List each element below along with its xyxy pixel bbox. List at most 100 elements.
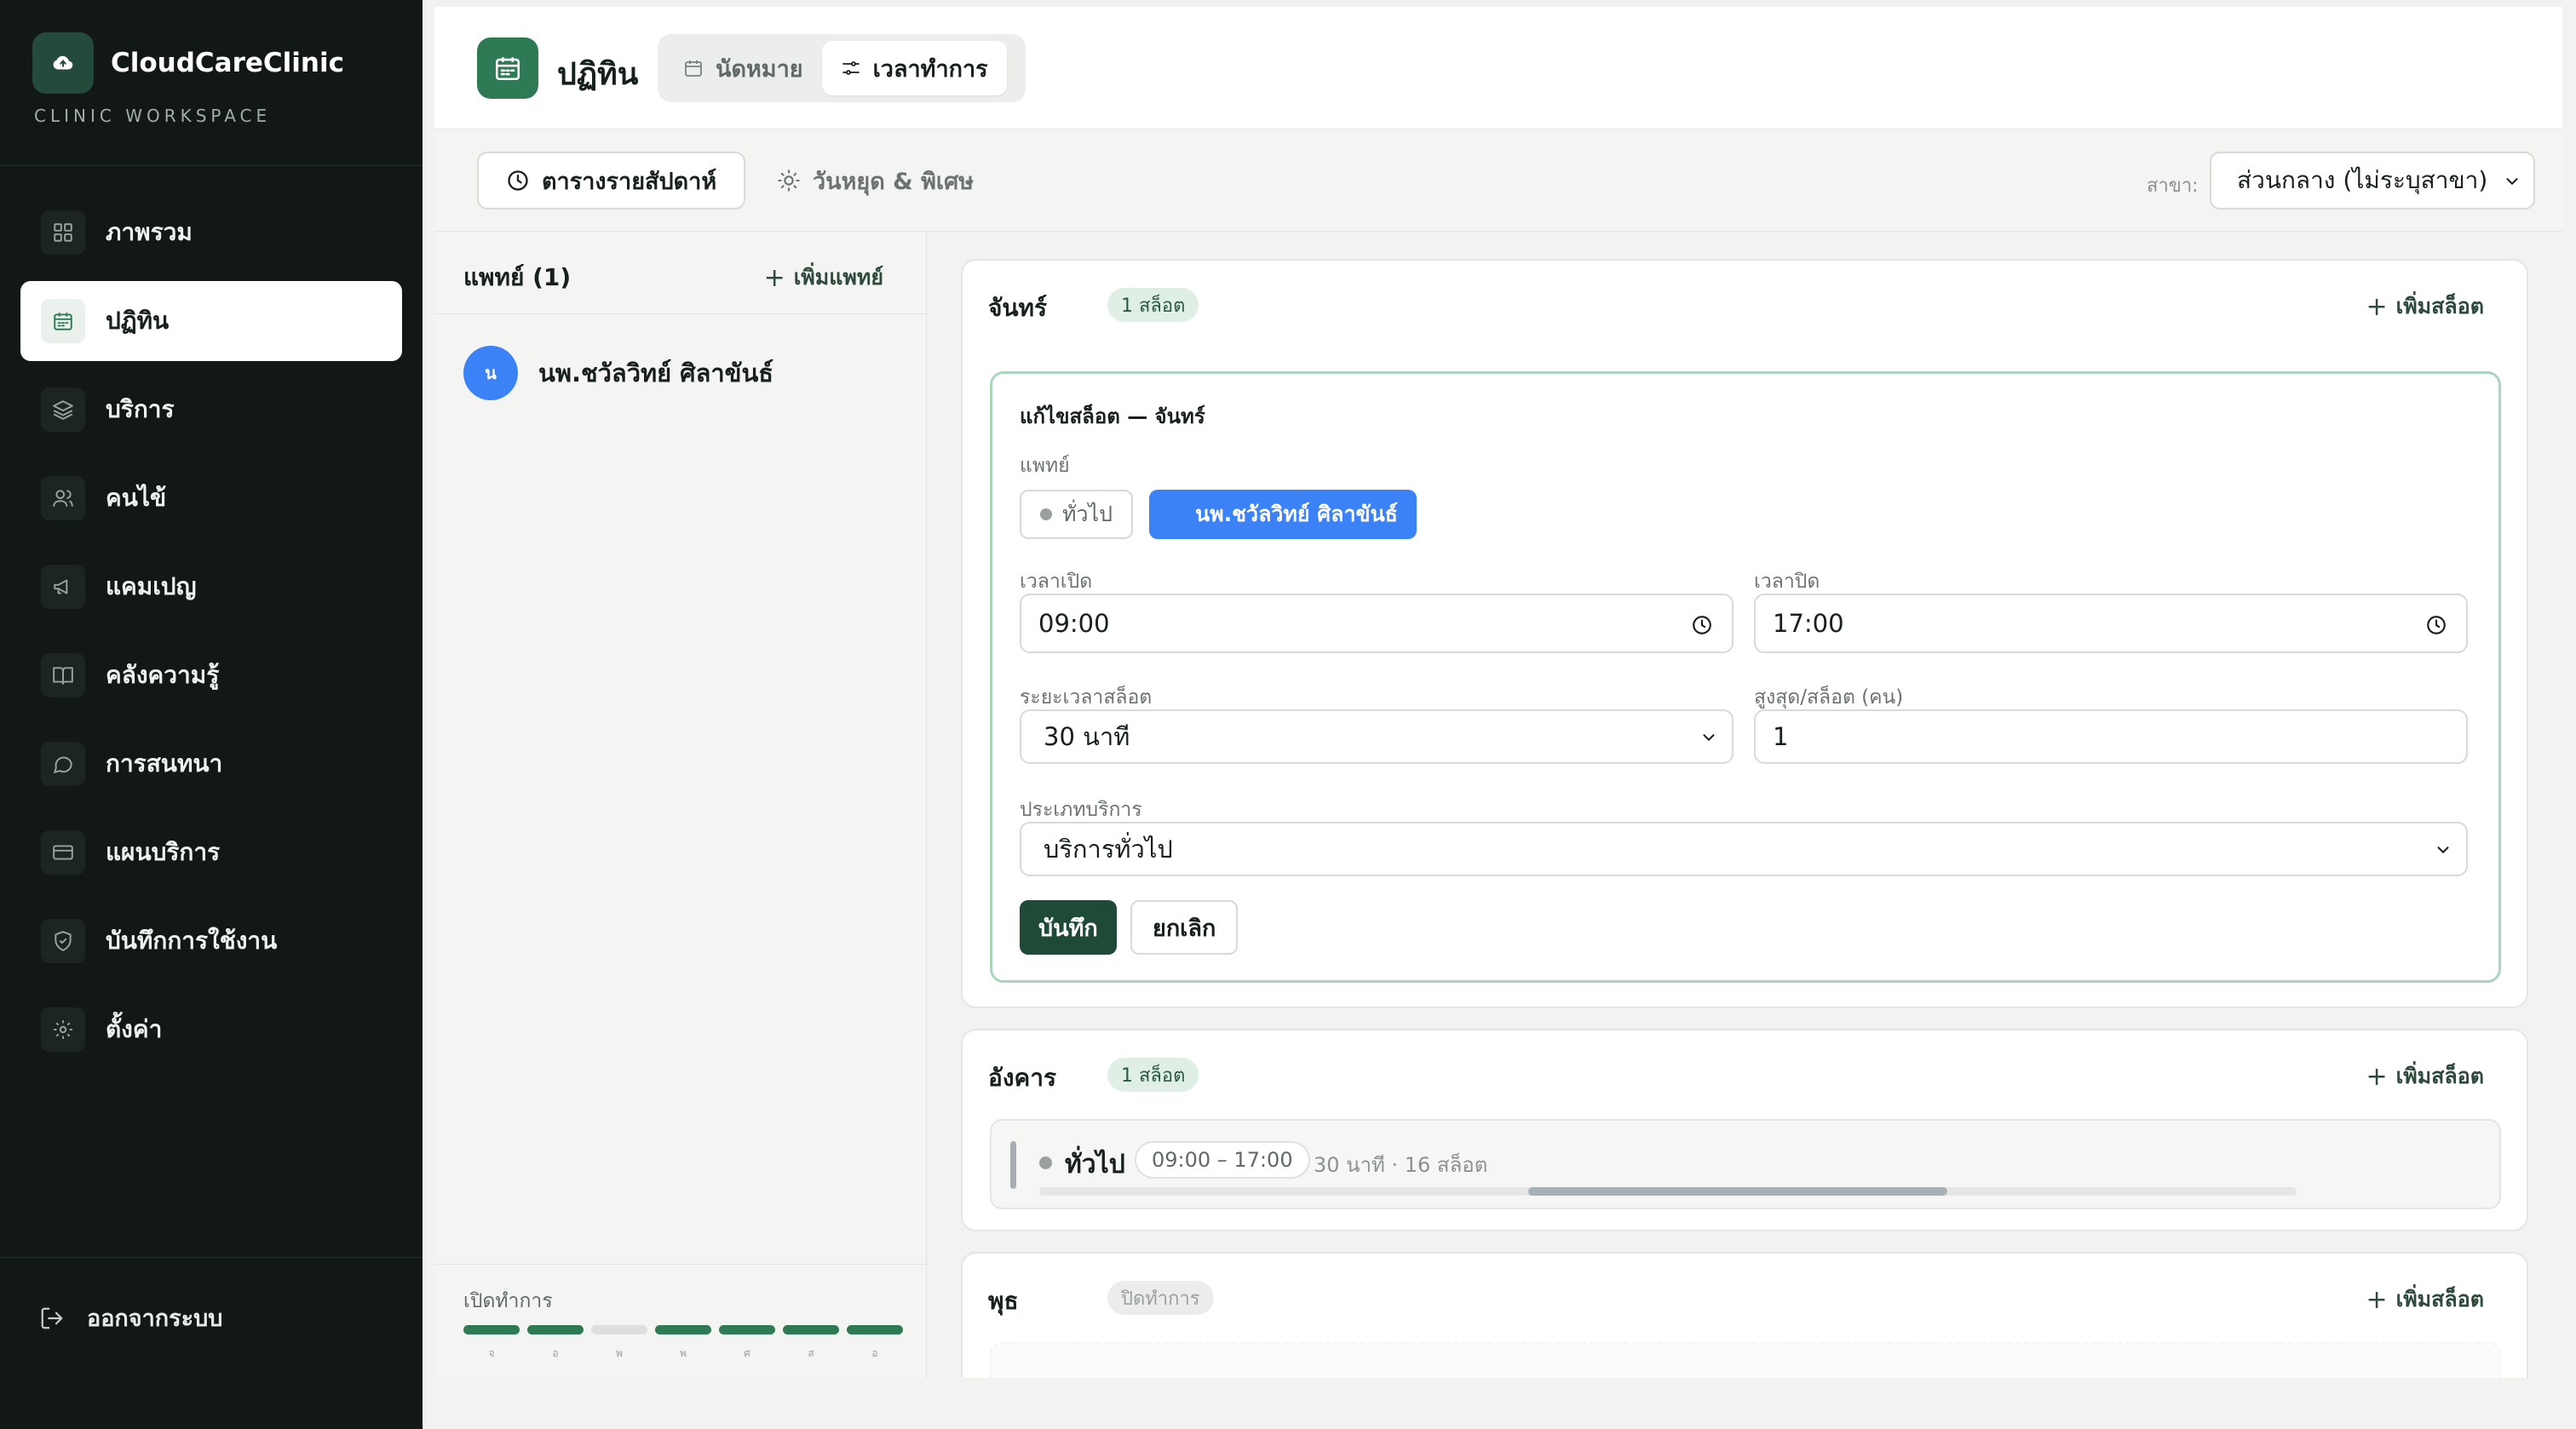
holidays-button[interactable]: วันหยุด & พิเศษ <box>777 152 974 209</box>
sidebar-item-label: บริการ <box>106 395 175 423</box>
sidebar-divider <box>0 165 423 166</box>
doctor-panel: แพทย์ (1) + เพิ่มแพทย์ น นพ.ชวัลวิทย์ ศิ… <box>434 232 927 1378</box>
sidebar-item-patients[interactable]: คนไข้ <box>20 458 402 538</box>
calendar-icon <box>477 37 538 99</box>
brand-name: CloudCareClinic <box>111 48 344 78</box>
slot-count-badge: 1 สล็อต <box>1107 1058 1199 1092</box>
doctor-chip-selected[interactable]: นพ.ชวัลวิทย์ ศิลาขันธ์ <box>1149 490 1417 539</box>
duration-select[interactable]: 30 นาที <box>1020 709 1734 764</box>
weekly-schedule-label: ตารางรายสัปดาห์ <box>542 168 717 195</box>
scrollbar-thumb[interactable] <box>1528 1187 1947 1196</box>
open-time-label: เวลาเปิด <box>1020 571 1093 593</box>
sidebar-item-label: คลังความรู้ <box>106 661 220 689</box>
sidebar-item-plans[interactable]: แผนบริการ <box>20 812 402 892</box>
weekly-schedule-button[interactable]: ตารางรายสัปดาห์ <box>477 152 746 209</box>
tab-working-hours[interactable]: เวลาทำการ <box>821 41 1007 95</box>
slot-doctor-name: ทั่วไป <box>1065 1150 1125 1179</box>
open-days-bars <box>463 1325 911 1334</box>
day-bar-mon <box>463 1325 520 1334</box>
cancel-button[interactable]: ยกเลิก <box>1130 900 1239 955</box>
sidebar-item-label: แคมเปญ <box>106 572 197 600</box>
plus-icon: + <box>2366 1061 2388 1092</box>
logout-icon <box>41 1307 63 1329</box>
slot-meta: 30 นาที · 16 สล็อต <box>1314 1153 1488 1177</box>
sidebar-item-label: คนไข้ <box>106 484 167 512</box>
horizontal-scrollbar[interactable] <box>1039 1187 2297 1196</box>
chip-label: นพ.ชวัลวิทย์ ศิลาขันธ์ <box>1195 502 1398 526</box>
day-card-wednesday: พุธ ปิดทำการ + เพิ่มสล็อต <box>961 1252 2528 1378</box>
sidebar-item-knowledge[interactable]: คลังความรู้ <box>20 635 402 715</box>
clock-icon <box>2427 616 2446 634</box>
day-letter: พ <box>680 1347 687 1359</box>
duration-label: ระยะเวลาสล็อต <box>1020 686 1153 709</box>
calendar-icon <box>685 60 702 77</box>
plus-icon: + <box>2366 1284 2388 1315</box>
day-bar-fri <box>719 1325 775 1334</box>
sidebar-item-settings[interactable]: ตั้งค่า <box>20 990 402 1070</box>
chevron-down-icon <box>2506 178 2518 186</box>
book-icon <box>41 653 85 697</box>
close-time-label: เวลาปิด <box>1754 571 1820 593</box>
sidebar-item-overview[interactable]: ภาพรวม <box>20 192 402 273</box>
day-letter: ศ <box>744 1347 750 1359</box>
slot-count-badge: 1 สล็อต <box>1107 288 1199 322</box>
save-button[interactable]: บันทึก <box>1020 900 1117 955</box>
day-name: พุธ <box>988 1287 1019 1315</box>
cloud-logo-icon <box>32 32 94 94</box>
holidays-label: วันหยุด & พิเศษ <box>813 168 975 195</box>
slot-row[interactable]: ทั่วไป 09:00 – 17:00 30 นาที · 16 สล็อต <box>990 1119 2501 1209</box>
divider <box>434 1264 927 1265</box>
branch-label: สาขา: <box>2147 175 2199 197</box>
open-time-value: 09:00 <box>1038 609 1110 638</box>
close-time-input[interactable]: 17:00 <box>1754 594 2468 653</box>
tab-appointments[interactable]: นัดหมาย <box>664 41 822 95</box>
status-dot <box>1040 508 1052 520</box>
brand-subtitle: CLINIC WORKSPACE <box>34 106 272 126</box>
slot-accent-bar <box>1010 1141 1016 1189</box>
sidebar-item-audit-log[interactable]: บันทึกการใช้งาน <box>20 901 402 981</box>
day-letter: อ <box>871 1347 878 1359</box>
divider <box>434 313 927 314</box>
sidebar-item-campaigns[interactable]: แคมเปญ <box>20 547 402 627</box>
open-time-input[interactable]: 09:00 <box>1020 594 1734 653</box>
day-letter: อ <box>552 1347 559 1359</box>
doctor-list-item[interactable]: น นพ.ชวัลวิทย์ ศิลาขันธ์ <box>463 346 773 400</box>
sub-toolbar: ตารางรายสัปดาห์ วันหยุด & พิเศษ สาขา: ส่… <box>434 129 2562 232</box>
doctor-list-heading: แพทย์ (1) <box>463 263 572 291</box>
plus-icon: + <box>2366 291 2388 322</box>
sidebar-item-label: ตั้งค่า <box>106 1015 163 1043</box>
sidebar-item-calendar[interactable]: ปฏิทิน <box>20 281 402 361</box>
sidebar-item-label: บันทึกการใช้งาน <box>106 927 278 955</box>
calendar-icon <box>41 299 85 343</box>
header-tabs: นัดหมาย เวลาทำการ <box>658 34 1026 102</box>
service-type-label: ประเภทบริการ <box>1020 799 1142 821</box>
add-slot-button[interactable]: + เพิ่มสล็อต <box>2366 290 2484 324</box>
logout-label: ออกจากระบบ <box>87 1306 223 1332</box>
sidebar-item-services[interactable]: บริการ <box>20 370 402 450</box>
chip-label: ทั่วไป <box>1062 502 1113 526</box>
day-letter: ส <box>808 1347 814 1359</box>
add-slot-button[interactable]: + เพิ่มสล็อต <box>2366 1283 2484 1317</box>
add-slot-button[interactable]: + เพิ่มสล็อต <box>2366 1059 2484 1093</box>
sliders-icon <box>842 61 860 75</box>
service-type-select[interactable]: บริการทั่วไป <box>1020 822 2468 876</box>
page-title: ปฏิทิน <box>557 57 639 92</box>
sidebar-item-label: ปฏิทิน <box>106 307 170 335</box>
add-slot-label: เพิ่มสล็อต <box>2395 1064 2484 1088</box>
add-doctor-label: เพิ่มแพทย์ <box>793 265 883 290</box>
day-name: จันทร์ <box>988 294 1048 322</box>
brand[interactable]: CloudCareClinic <box>32 32 344 94</box>
add-doctor-button[interactable]: + เพิ่มแพทย์ <box>764 261 883 295</box>
branch-select[interactable]: ส่วนกลาง (ไม่ระบุสาขา) <box>2210 152 2535 209</box>
clock-icon <box>508 170 528 191</box>
doctor-field-label: แพทย์ <box>1020 455 1070 477</box>
logout-button[interactable]: ออกจากระบบ <box>39 1300 222 1336</box>
sidebar-item-conversations[interactable]: การสนทนา <box>20 724 402 804</box>
doctor-chip-general[interactable]: ทั่วไป <box>1020 490 1133 539</box>
max-per-slot-input[interactable]: 1 <box>1754 709 2468 764</box>
slot-time-range: 09:00 – 17:00 <box>1135 1141 1310 1179</box>
edit-slot-form: แก้ไขสล็อต — จันทร์ แพทย์ ทั่วไป นพ.ชวัล… <box>990 371 2501 983</box>
add-slot-label: เพิ่มสล็อต <box>2395 294 2484 319</box>
clock-icon <box>1693 616 1711 634</box>
slot-row-disabled <box>990 1342 2501 1378</box>
